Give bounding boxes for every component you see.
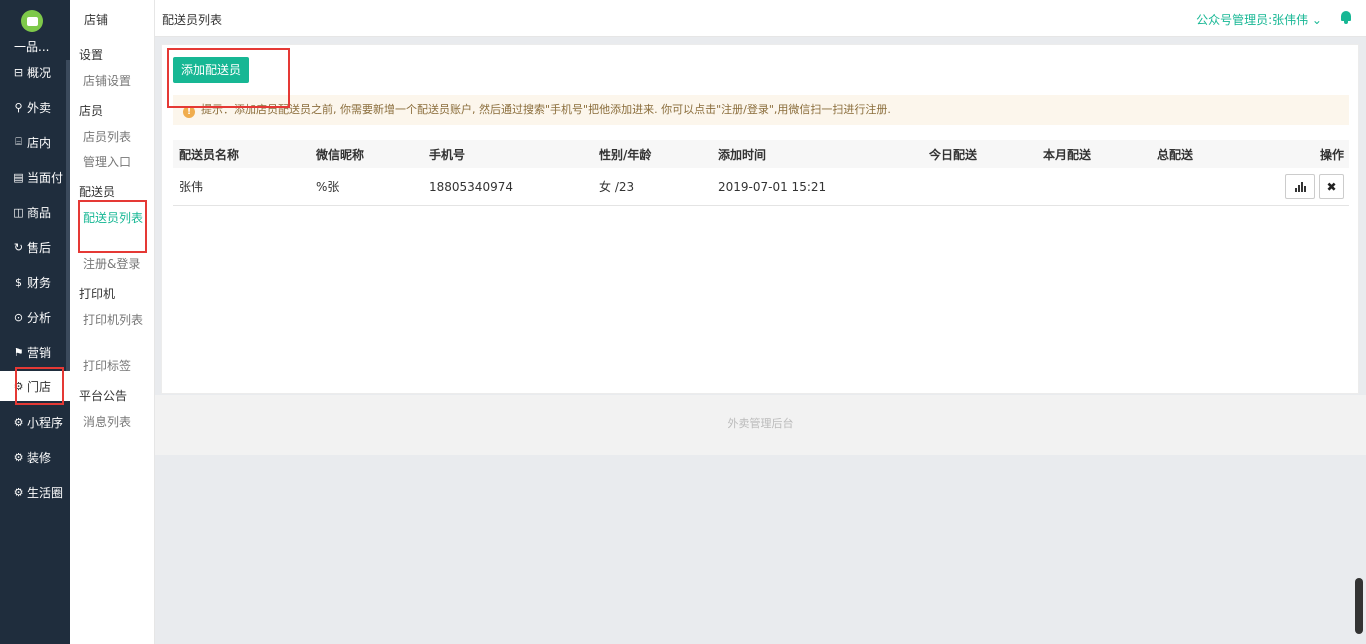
nav-item-analysis[interactable]: ⊙ 分析 bbox=[0, 302, 70, 332]
col-phone: 手机号 bbox=[429, 147, 466, 162]
col-added-time: 添加时间 bbox=[718, 147, 767, 162]
footer: 外卖管理后台 bbox=[155, 395, 1366, 455]
tip-text: 提示：添加店员配送员之前, 你需要新增一个配送员账户, 然后通过搜索"手机号"把… bbox=[201, 103, 891, 116]
bar-chart-icon bbox=[1294, 181, 1306, 192]
scooter-icon: ⚲ bbox=[14, 100, 23, 114]
sub-group-courier: 配送员 bbox=[79, 185, 116, 199]
nav-item-overview[interactable]: ⊟ 概况 bbox=[0, 57, 70, 87]
col-nickname: 微信昵称 bbox=[316, 147, 365, 162]
sub-item-staff-list[interactable]: 店员列表 bbox=[83, 124, 145, 150]
annotation-box-courier-list bbox=[78, 200, 147, 253]
logo-icon bbox=[21, 10, 43, 32]
col-name: 配送员名称 bbox=[179, 147, 240, 162]
bag-icon: ◫ bbox=[13, 205, 24, 219]
sub-item-message-list[interactable]: 消息列表 bbox=[83, 409, 145, 435]
annotation-box-store-nav bbox=[15, 367, 64, 405]
col-actions: 操作 bbox=[1320, 147, 1345, 162]
sub-nav-title: 店铺 bbox=[84, 13, 109, 27]
cell-added-time: 2019-07-01 15:21 bbox=[718, 179, 827, 194]
nav-item-life-circle[interactable]: ⚙ 生活圈 bbox=[0, 477, 70, 507]
brand-logo[interactable]: 一品... bbox=[0, 0, 70, 58]
tip-banner: ! 提示：添加店员配送员之前, 你需要新增一个配送员账户, 然后通过搜索"手机号"… bbox=[173, 95, 1349, 125]
receipt-icon: ▤ bbox=[13, 170, 24, 184]
close-icon: ✖ bbox=[1326, 179, 1337, 194]
page-scrollbar[interactable] bbox=[1355, 578, 1363, 634]
courier-table: 配送员名称 微信昵称 手机号 性别/年龄 添加时间 今日配送 本月配送 总配送 … bbox=[173, 140, 1349, 206]
table-header: 配送员名称 微信昵称 手机号 性别/年龄 添加时间 今日配送 本月配送 总配送 … bbox=[173, 140, 1349, 168]
stats-button[interactable] bbox=[1285, 174, 1315, 199]
bell-icon[interactable] bbox=[1340, 11, 1352, 24]
content-card: 添加配送员 ! 提示：添加店员配送员之前, 你需要新增一个配送员账户, 然后通过搜… bbox=[161, 44, 1359, 394]
cell-nickname: %张 bbox=[316, 180, 340, 194]
flag-icon: ⚑ bbox=[13, 345, 24, 359]
page-title: 配送员列表 bbox=[162, 13, 223, 27]
grid-icon: ⊟ bbox=[13, 65, 24, 79]
col-gender-age: 性别/年龄 bbox=[599, 147, 652, 162]
nav-item-marketing[interactable]: ⚑ 营销 bbox=[0, 337, 70, 367]
delete-button[interactable]: ✖ bbox=[1319, 174, 1344, 199]
gear-icon: ⚙ bbox=[13, 450, 24, 464]
nav-item-mini-program[interactable]: ⚙ 小程序 bbox=[0, 407, 70, 437]
analysis-icon: ⊙ bbox=[13, 310, 24, 324]
top-header: 配送员列表 公众号管理员:张伟伟 ⌄ bbox=[155, 0, 1366, 37]
nav-item-dine-in[interactable]: ⌸ 店内 bbox=[0, 127, 70, 157]
store-icon: ⌸ bbox=[15, 135, 22, 148]
nav-item-products[interactable]: ◫ 商品 bbox=[0, 197, 70, 227]
sub-group-settings: 设置 bbox=[79, 48, 104, 62]
user-menu[interactable]: 公众号管理员:张伟伟 ⌄ bbox=[1196, 11, 1322, 28]
cell-gender-age: 女 /23 bbox=[599, 180, 635, 194]
col-month: 本月配送 bbox=[1043, 147, 1092, 162]
nav-item-finance[interactable]: $ 财务 bbox=[0, 267, 70, 297]
col-total: 总配送 bbox=[1157, 147, 1194, 162]
col-today: 今日配送 bbox=[929, 147, 978, 162]
cell-name: 张伟 bbox=[179, 180, 204, 194]
table-row: 张伟 %张 18805340974 女 /23 2019-07-01 15:21… bbox=[173, 168, 1349, 206]
nav-item-face-pay[interactable]: ▤ 当面付 bbox=[0, 162, 70, 192]
sub-group-printer: 打印机 bbox=[79, 287, 116, 301]
sub-item-printer-list[interactable]: 打印机列表 bbox=[83, 307, 145, 333]
footer-text: 外卖管理后台 bbox=[727, 417, 794, 430]
sub-item-register-login[interactable]: 注册&登录 bbox=[83, 251, 145, 277]
nav-item-after-sales[interactable]: ↻ 售后 bbox=[0, 232, 70, 262]
gear-icon: ⚙ bbox=[13, 485, 24, 499]
nav-item-decoration[interactable]: ⚙ 装修 bbox=[0, 442, 70, 472]
annotation-box-add-button bbox=[167, 48, 290, 108]
main-nav: 一品... ⊟ 概况 ⚲ 外卖 ⌸ 店内 ▤ 当面付 ◫ 商品 ↻ 售后 $ 财务 ⊙ 分析 ⚑… bbox=[0, 0, 70, 644]
coin-icon: $ bbox=[15, 275, 22, 289]
sub-item-admin-entry[interactable]: 管理入口 bbox=[83, 149, 145, 175]
sub-nav: 店铺 设置 店铺设置 店员 店员列表 管理入口 配送员 配送员列表 注册&登录 … bbox=[70, 0, 155, 644]
brand-name: 一品... bbox=[14, 40, 50, 54]
sub-item-print-label[interactable]: 打印标签 bbox=[83, 353, 145, 379]
cell-phone: 18805340974 bbox=[429, 179, 513, 194]
sub-group-staff: 店员 bbox=[79, 104, 104, 118]
gear-icon: ⚙ bbox=[13, 415, 24, 429]
refresh-icon: ↻ bbox=[13, 240, 24, 254]
sub-group-announcement: 平台公告 bbox=[79, 389, 128, 403]
nav-item-takeout[interactable]: ⚲ 外卖 bbox=[0, 92, 70, 122]
sub-item-store-settings[interactable]: 店铺设置 bbox=[83, 68, 145, 94]
